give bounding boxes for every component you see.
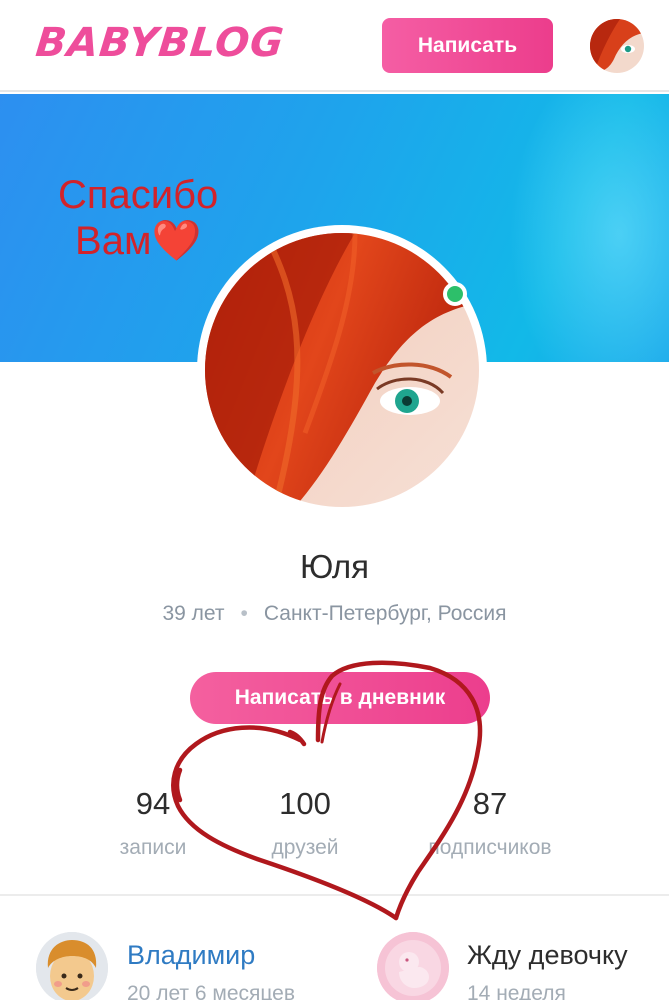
profile-age: 39 лет bbox=[162, 602, 225, 625]
profile-name: Юля bbox=[300, 548, 369, 585]
top-bar: BABYBLOG Написать bbox=[0, 0, 669, 92]
fetus-icon bbox=[377, 932, 449, 1000]
man-avatar-icon bbox=[36, 932, 108, 1000]
header-avatar[interactable] bbox=[590, 19, 644, 73]
pregnancy-title[interactable]: Жду девочку bbox=[467, 940, 628, 971]
stat-followers-label: подписчиков bbox=[428, 836, 552, 859]
cover-glow bbox=[509, 94, 669, 362]
stat-followers-value: 87 bbox=[472, 786, 508, 821]
pregnancy-weeks: 14 неделя bbox=[467, 982, 566, 1000]
pregnancy-avatar[interactable] bbox=[377, 932, 449, 1000]
write-button[interactable]: Написать bbox=[382, 18, 553, 73]
babyblog-logo[interactable]: BABYBLOG bbox=[34, 20, 287, 66]
profile-avatar[interactable] bbox=[205, 233, 479, 507]
cover-handwritten-note: Спасибо Вам❤️ bbox=[58, 172, 218, 264]
profile-avatar-frame bbox=[197, 225, 487, 515]
note-line-1: Спасибо bbox=[58, 173, 219, 217]
profile-meta: 39 лет • Санкт-Петербург, Россия bbox=[0, 602, 669, 626]
write-to-diary-button[interactable]: Написать в дневник bbox=[190, 672, 490, 724]
online-status-indicator bbox=[443, 282, 467, 306]
husband-age: 20 лет 6 месяцев bbox=[127, 982, 296, 1000]
profile-location[interactable]: Санкт-Петербург, Россия bbox=[264, 602, 507, 625]
section-divider bbox=[0, 894, 669, 896]
user-photo-icon bbox=[590, 19, 644, 73]
stat-friends[interactable]: 100 друзей bbox=[215, 786, 395, 860]
stat-friends-label: друзей bbox=[271, 836, 339, 859]
separator-dot: • bbox=[240, 602, 248, 625]
profile-photo-icon bbox=[205, 233, 479, 507]
husband-name-link[interactable]: Владимир bbox=[127, 940, 255, 971]
stat-friends-value: 100 bbox=[279, 786, 331, 821]
stat-followers[interactable]: 87 подписчиков bbox=[400, 786, 580, 860]
husband-avatar[interactable] bbox=[36, 932, 108, 1000]
note-line-2: Вам❤️ bbox=[75, 219, 202, 263]
